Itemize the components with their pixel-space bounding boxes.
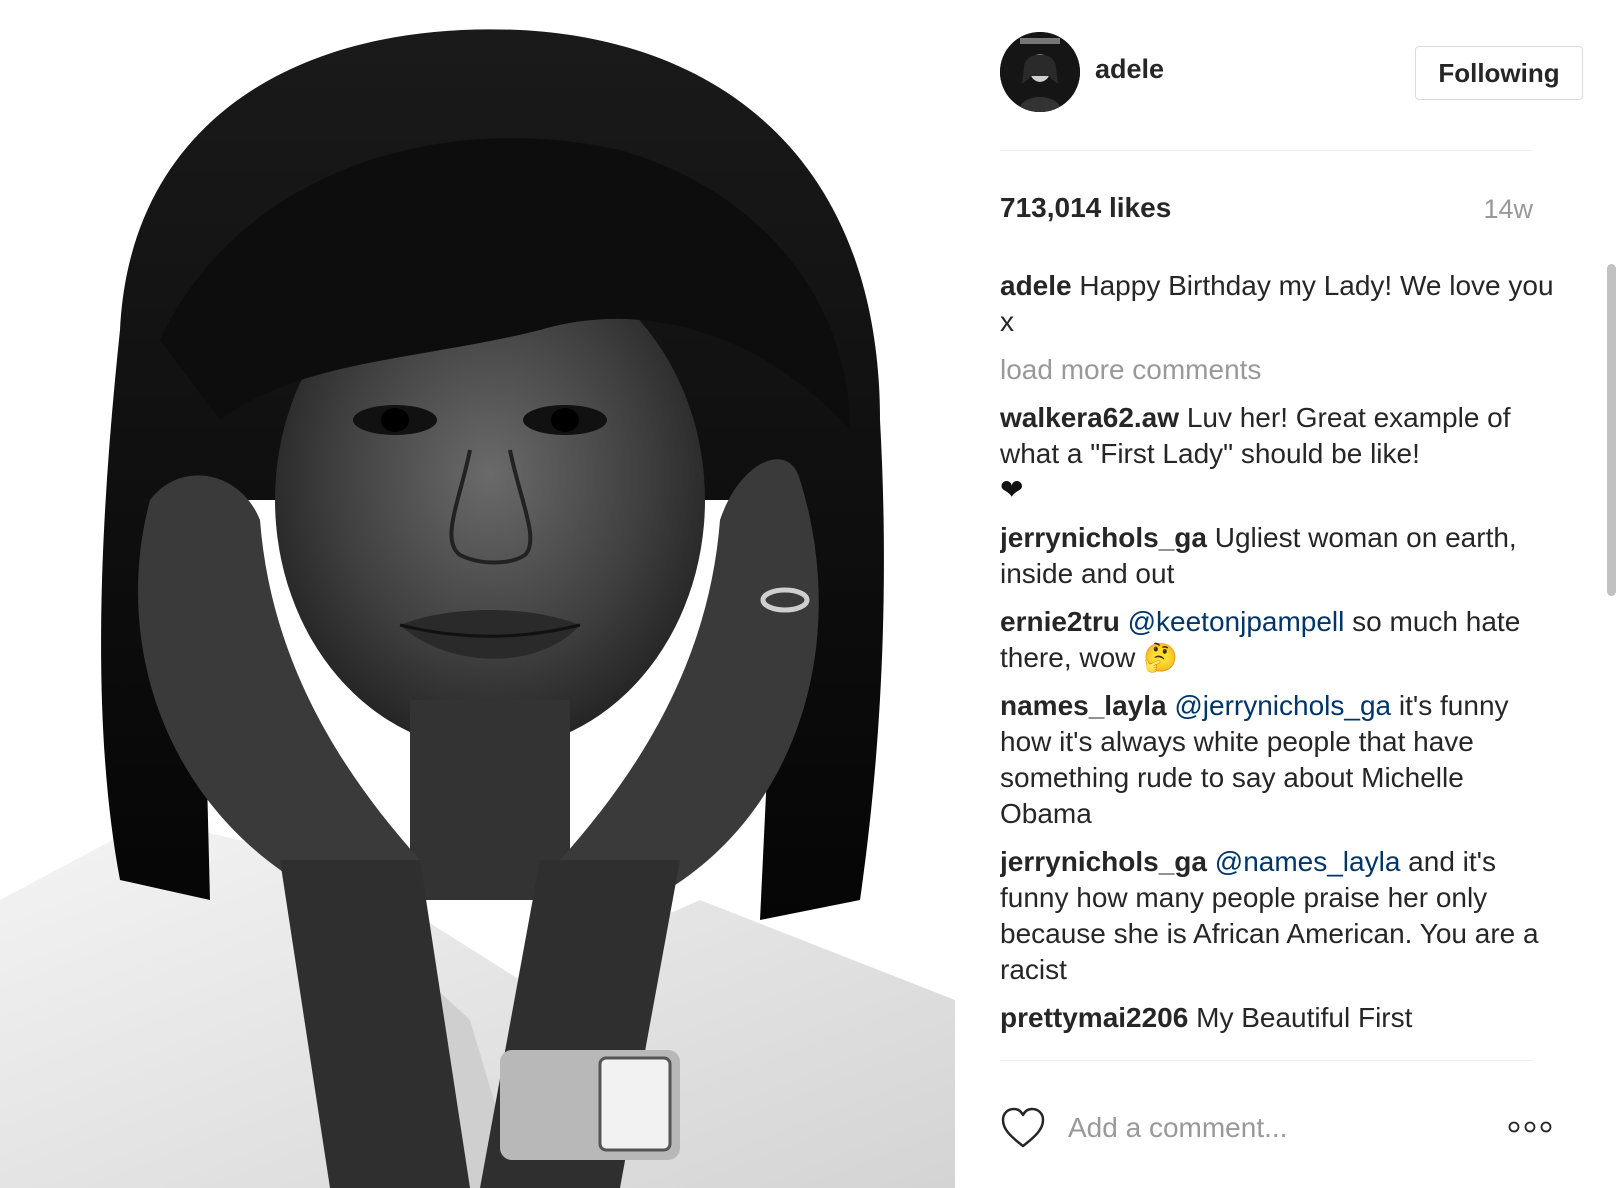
comment-item: jerrynichols_ga @names_layla and it's fu… [1000,844,1555,988]
username[interactable]: adele [1095,54,1164,85]
comment-author[interactable]: names_layla [1000,690,1167,721]
caption: adele Happy Birthday my Lady! We love yo… [1000,268,1555,340]
caption-author[interactable]: adele [1000,270,1072,301]
post-sidebar: adele Following 713,014 likes 14w adele … [955,0,1618,1188]
comment-footer [1000,1100,1580,1156]
portrait-photo-icon [0,0,955,1188]
following-button[interactable]: Following [1415,46,1583,100]
header-divider [1000,150,1533,151]
comment-author[interactable]: prettymai2206 [1000,1002,1188,1033]
post-photo[interactable] [0,0,955,1188]
comment-mention[interactable]: @keetonjpampell [1128,606,1345,637]
comment-mention[interactable]: @jerrynichols_ga [1174,690,1391,721]
comment-item: jerrynichols_ga Ugliest woman on earth, … [1000,520,1555,592]
comment-text: My Beautiful First [1196,1002,1413,1033]
more-options-icon[interactable] [1505,1112,1555,1142]
comment-item: walkera62.aw Luv her! Great example of w… [1000,400,1555,508]
scrollbar-thumb[interactable] [1607,264,1616,596]
avatar-photo-icon [1000,32,1080,112]
comment-item: prettymai2206 My Beautiful First [1000,1000,1555,1036]
instagram-post-view: adele Following 713,014 likes 14w adele … [0,0,1618,1188]
comment-item: names_layla @jerrynichols_ga it's funny … [1000,688,1555,832]
post-timestamp[interactable]: 14w [1483,194,1533,225]
heart-outline-icon[interactable] [1000,1106,1046,1150]
post-header: adele Following [1000,32,1583,114]
likes-row: 713,014 likes 14w [1000,192,1533,232]
comment-author[interactable]: walkera62.aw [1000,402,1179,433]
comments-list[interactable]: adele Happy Birthday my Lady! We love yo… [1000,268,1555,1060]
load-more-comments-link[interactable]: load more comments [1000,352,1555,388]
add-comment-input[interactable] [1068,1106,1468,1150]
caption-text: Happy Birthday my Lady! We love you x [1000,270,1554,337]
heart-emoji-icon: ❤ [1000,474,1024,505]
footer-divider [1000,1060,1533,1061]
comment-author[interactable]: jerrynichols_ga [1000,846,1207,877]
comments-scrollbar[interactable] [1605,258,1618,1060]
likes-count[interactable]: 713,014 likes [1000,192,1171,224]
comment-mention[interactable]: @names_layla [1215,846,1401,877]
comment-author[interactable]: ernie2tru [1000,606,1120,637]
comment-item: ernie2tru @keetonjpampell so much hate t… [1000,604,1555,676]
comment-author[interactable]: jerrynichols_ga [1000,522,1207,553]
avatar[interactable] [1000,32,1080,112]
